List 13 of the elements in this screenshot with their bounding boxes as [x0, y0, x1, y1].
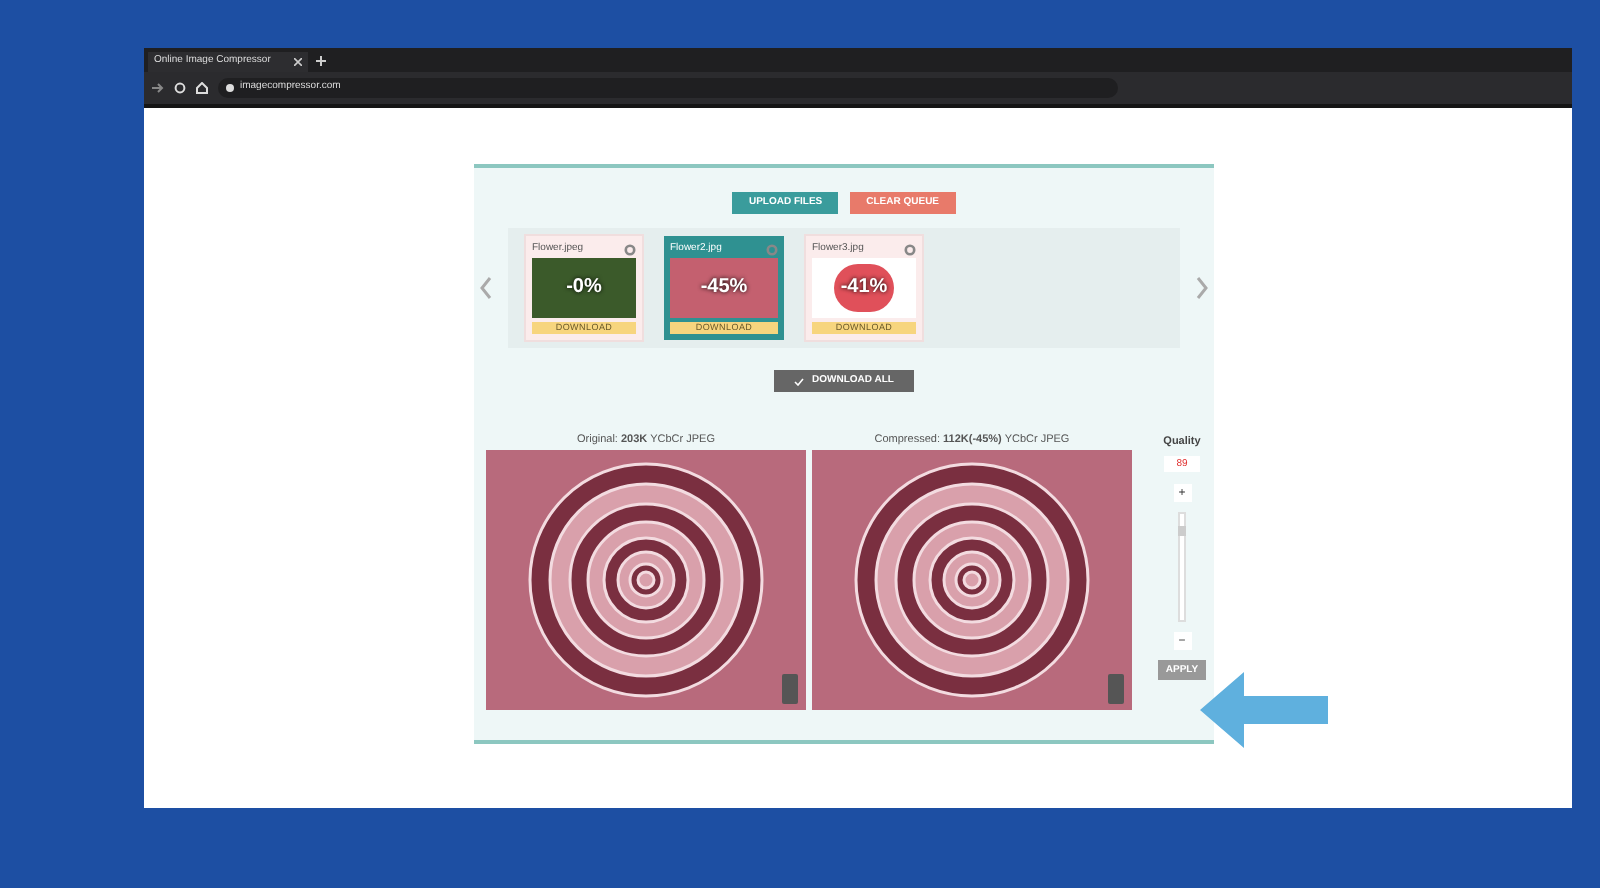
- compression-percentage: -0%: [566, 278, 602, 298]
- home-icon[interactable]: [196, 82, 208, 94]
- forward-icon[interactable]: [152, 82, 164, 94]
- chevron-right-icon[interactable]: [1196, 276, 1208, 300]
- arrow-icon: [1200, 672, 1328, 748]
- slider-thumb[interactable]: [1178, 525, 1186, 536]
- new-tab-icon[interactable]: [316, 56, 326, 66]
- chevron-left-icon[interactable]: [480, 276, 492, 300]
- check-icon: [794, 377, 805, 385]
- lock-icon: [226, 84, 234, 92]
- compression-percentage: -41%: [840, 278, 888, 298]
- compression-percentage: -45%: [700, 278, 748, 298]
- close-icon[interactable]: [294, 58, 302, 66]
